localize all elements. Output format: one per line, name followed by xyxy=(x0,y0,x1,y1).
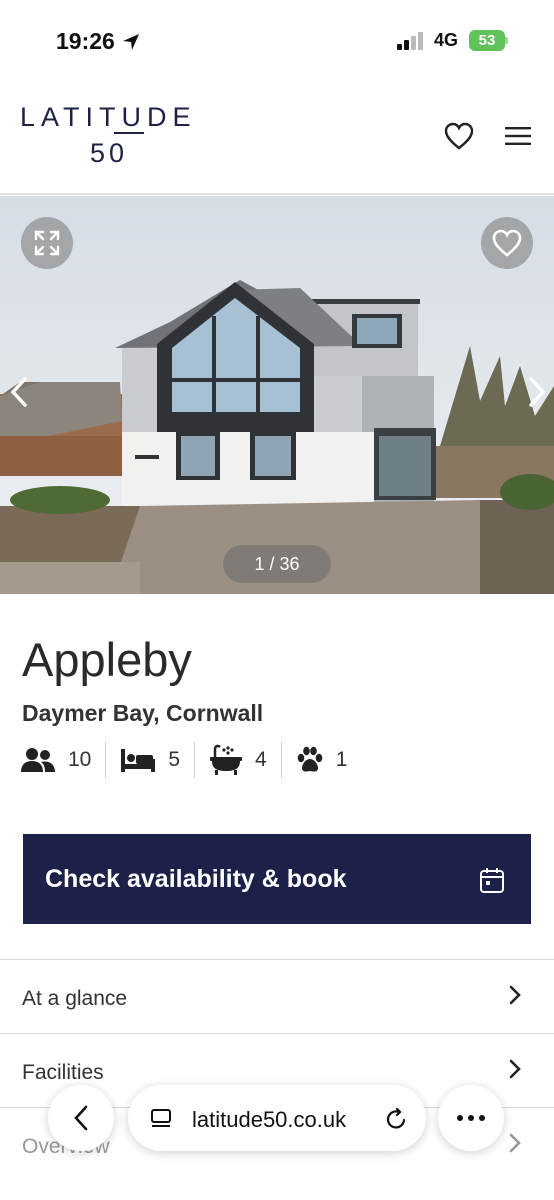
logo-text-bottom: 50 xyxy=(90,138,129,168)
status-bar: 19:26 4G 53 xyxy=(0,0,554,84)
back-arrow-icon xyxy=(74,1105,88,1131)
expand-icon xyxy=(34,230,60,256)
chevron-right-icon xyxy=(509,1059,521,1079)
favourite-button[interactable] xyxy=(481,217,533,269)
heart-icon xyxy=(492,229,522,257)
logo-divider xyxy=(114,132,144,134)
status-time: 19:26 xyxy=(56,28,141,55)
battery-icon: 53 xyxy=(469,30,505,51)
hamburger-menu-icon[interactable] xyxy=(505,126,531,146)
pets-count: 1 xyxy=(335,748,348,771)
previous-photo-arrow-icon[interactable] xyxy=(8,376,30,408)
bed-icon xyxy=(121,749,156,772)
amenity-pets: 1 xyxy=(296,742,362,778)
address-bar[interactable]: latitude50.co.uk xyxy=(128,1085,426,1151)
property-name: Appleby xyxy=(22,633,192,686)
chevron-right-icon xyxy=(509,985,521,1005)
browser-toolbar: latitude50.co.uk xyxy=(0,1080,554,1200)
section-at-a-glance[interactable]: At a glance xyxy=(0,959,554,1034)
location-arrow-icon xyxy=(122,33,139,50)
bedrooms-count: 5 xyxy=(168,748,181,771)
check-availability-label: Check availability & book xyxy=(45,864,347,893)
photo-gallery[interactable]: 1 / 36 xyxy=(0,196,554,594)
calendar-icon xyxy=(480,868,504,893)
amenity-guests: 10 xyxy=(20,742,107,778)
expand-gallery-button[interactable] xyxy=(21,217,73,269)
network-type: 4G xyxy=(434,30,459,50)
time-text: 19:26 xyxy=(56,28,115,54)
next-photo-arrow-icon[interactable] xyxy=(526,376,548,408)
bath-icon xyxy=(210,744,243,775)
more-dots-icon xyxy=(457,1115,485,1121)
amenity-bathrooms: 4 xyxy=(209,742,282,778)
guests-icon xyxy=(21,748,55,772)
browser-back-button[interactable] xyxy=(48,1085,114,1151)
check-availability-button[interactable]: Check availability & book xyxy=(23,834,531,924)
battery-level: 53 xyxy=(478,32,496,49)
battery-cap xyxy=(505,37,508,44)
section-label: At a glance xyxy=(22,987,128,1010)
paw-icon xyxy=(297,746,323,772)
signal-icon xyxy=(397,32,423,50)
site-header: LATITUDE 50 xyxy=(0,84,554,195)
favourites-heart-icon[interactable] xyxy=(444,122,474,150)
property-photo xyxy=(0,196,554,594)
bathrooms-count: 4 xyxy=(255,748,267,771)
amenity-bedrooms: 5 xyxy=(120,742,196,778)
guests-count: 10 xyxy=(68,748,92,771)
reload-icon[interactable] xyxy=(384,1107,408,1131)
logo-text-top: LATITUDE xyxy=(20,102,197,132)
amenities-row: 10 5 4 1 xyxy=(20,740,375,780)
url-text: latitude50.co.uk xyxy=(192,1107,347,1132)
property-location: Daymer Bay, Cornwall xyxy=(22,700,264,726)
page-menu-icon xyxy=(151,1109,171,1127)
logo[interactable]: LATITUDE 50 xyxy=(20,102,200,172)
photo-counter: 1 / 36 xyxy=(223,545,331,583)
browser-more-button[interactable] xyxy=(438,1085,504,1151)
